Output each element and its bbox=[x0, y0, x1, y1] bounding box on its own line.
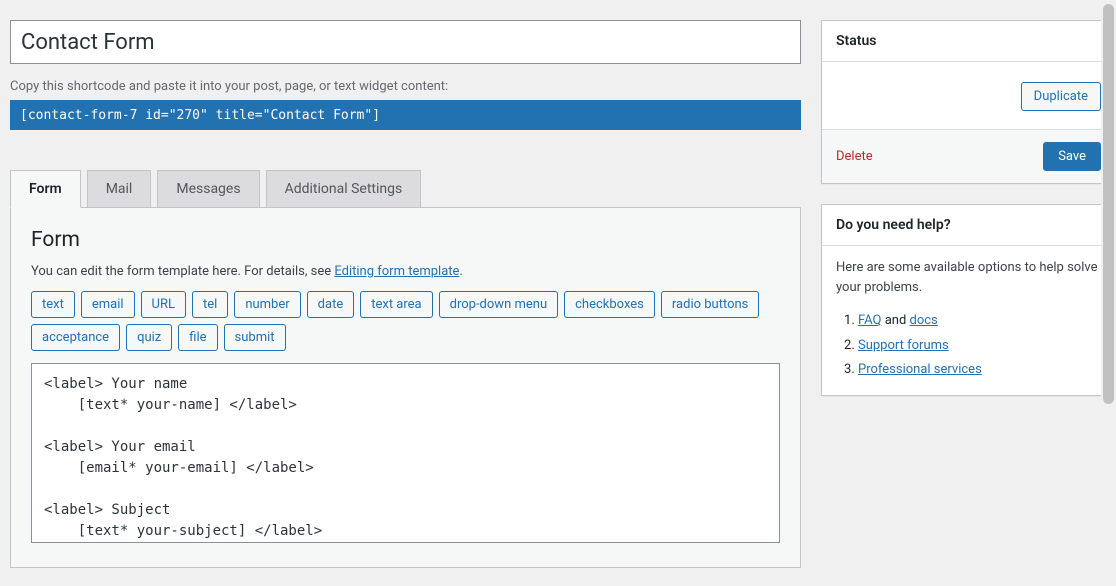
tag-btn-acceptance[interactable]: acceptance bbox=[31, 324, 120, 351]
tag-btn-number[interactable]: number bbox=[234, 291, 300, 318]
tag-btn-radio-buttons[interactable]: radio buttons bbox=[661, 291, 760, 318]
docs-link[interactable]: docs bbox=[910, 313, 938, 328]
tab-mail[interactable]: Mail bbox=[87, 170, 152, 208]
tag-btn-URL[interactable]: URL bbox=[141, 291, 186, 318]
help-box: Do you need help? Here are some availabl… bbox=[821, 204, 1116, 396]
status-box: Status Duplicate Delete Save bbox=[821, 20, 1116, 184]
form-panel-heading: Form bbox=[31, 228, 780, 252]
tabs: Form Mail Messages Additional Settings bbox=[10, 170, 801, 208]
tag-btn-quiz[interactable]: quiz bbox=[126, 324, 172, 351]
tab-messages[interactable]: Messages bbox=[157, 170, 259, 208]
tag-btn-email[interactable]: email bbox=[81, 291, 135, 318]
scrollbar[interactable] bbox=[1101, 4, 1116, 582]
support-forums-link[interactable]: Support forums bbox=[858, 338, 949, 353]
tag-btn-checkboxes[interactable]: checkboxes bbox=[564, 291, 655, 318]
help-item-2: Support forums bbox=[858, 334, 1101, 359]
form-title-input[interactable] bbox=[10, 20, 801, 64]
shortcode-hint: Copy this shortcode and paste it into yo… bbox=[10, 79, 801, 94]
tab-additional-settings[interactable]: Additional Settings bbox=[266, 170, 422, 208]
tab-form[interactable]: Form bbox=[10, 170, 81, 208]
scrollbar-thumb[interactable] bbox=[1103, 4, 1114, 404]
form-panel: Form You can edit the form template here… bbox=[10, 207, 801, 568]
tag-btn-submit[interactable]: submit bbox=[224, 324, 286, 351]
tag-btn-date[interactable]: date bbox=[307, 291, 355, 318]
tag-button-row: textemailURLtelnumber datetext area drop-d… bbox=[31, 291, 780, 351]
save-button[interactable]: Save bbox=[1043, 142, 1101, 171]
help-item-3: Professional services bbox=[858, 358, 1101, 383]
professional-services-link[interactable]: Professional services bbox=[858, 362, 982, 377]
status-heading: Status bbox=[822, 21, 1115, 62]
tag-btn-text-area[interactable]: text area bbox=[360, 291, 432, 318]
duplicate-button[interactable]: Duplicate bbox=[1021, 82, 1101, 111]
help-intro: Here are some available options to help … bbox=[836, 258, 1101, 297]
tag-btn-tel[interactable]: tel bbox=[192, 291, 228, 318]
help-heading: Do you need help? bbox=[822, 205, 1115, 246]
tag-btn-text[interactable]: text bbox=[31, 291, 75, 318]
faq-link[interactable]: FAQ bbox=[858, 313, 881, 328]
delete-link[interactable]: Delete bbox=[836, 149, 873, 164]
shortcode-field[interactable] bbox=[10, 100, 801, 130]
form-panel-desc: You can edit the form template here. For… bbox=[31, 264, 780, 279]
tag-btn-drop-down-menu[interactable]: drop-down menu bbox=[439, 291, 558, 318]
tag-btn-file[interactable]: file bbox=[178, 324, 217, 351]
form-template-textarea[interactable] bbox=[31, 363, 780, 543]
editing-template-link[interactable]: Editing form template bbox=[334, 264, 459, 279]
help-item-1: FAQ and docs bbox=[858, 309, 1101, 334]
